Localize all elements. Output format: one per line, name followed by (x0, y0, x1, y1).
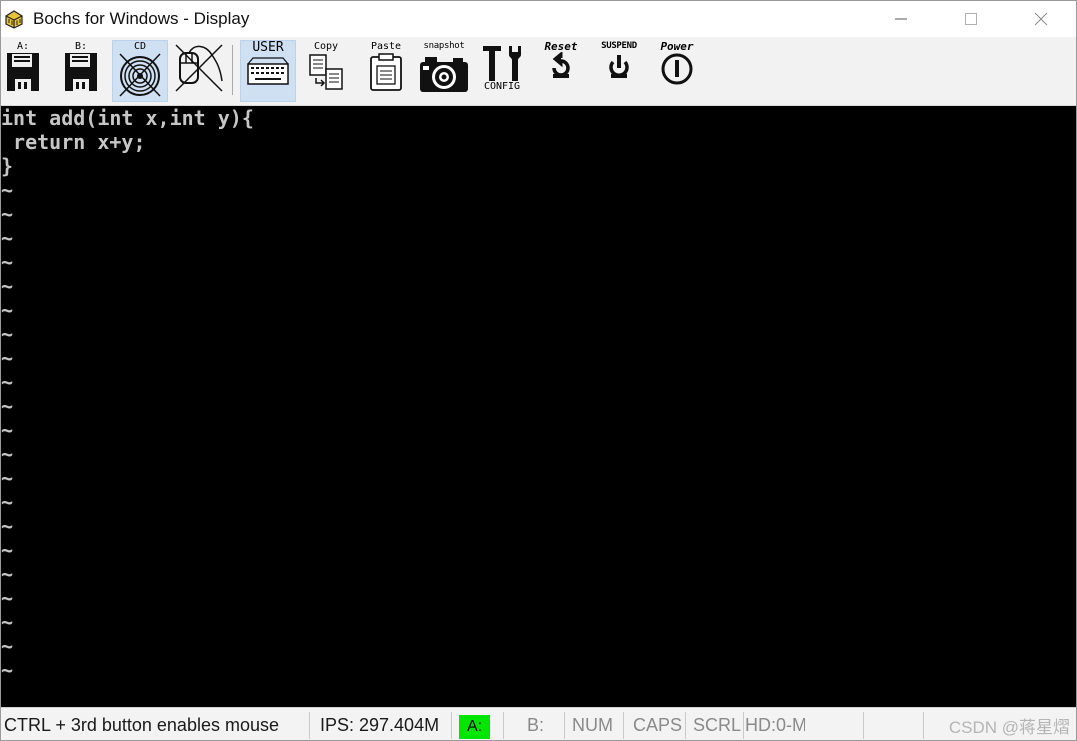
minimize-button[interactable] (866, 1, 936, 37)
status-divider (743, 712, 744, 739)
empty-line-tilde: ~ (1, 562, 14, 586)
empty-line-tilde: ~ (1, 394, 14, 418)
empty-line-tilde: ~ (1, 226, 14, 250)
empty-line-tilde: ~ (1, 250, 14, 274)
paste-label: Paste (370, 41, 402, 52)
code-line: } (1, 154, 14, 178)
cdrom-label: CD (133, 41, 147, 52)
status-divider (623, 712, 624, 739)
close-icon (1034, 12, 1048, 26)
user-keys-button[interactable]: USER (240, 40, 296, 102)
status-divider (451, 712, 452, 739)
power-label: Power (660, 40, 694, 53)
emulator-display[interactable]: int add(int x,int y){ return x+y; } ~ ~ ~ ~… (1, 106, 1076, 707)
empty-line-tilde: ~ (1, 490, 14, 514)
toolbar: A: B: CD USER Copy Paste snapshot CONFIG… (1, 37, 1076, 106)
camera-icon (420, 57, 468, 92)
suspend-button[interactable]: SUSPEND (593, 41, 645, 99)
empty-line-tilde: ~ (1, 298, 14, 322)
empty-line-tilde: ~ (1, 634, 14, 658)
code-line: return x+y; (1, 130, 146, 154)
status-message: CTRL + 3rd button enables mouse (4, 715, 279, 735)
empty-line-tilde: ~ (1, 418, 14, 442)
status-divider (863, 712, 864, 739)
user-label: USER (252, 40, 284, 55)
empty-line-tilde: ~ (1, 178, 14, 202)
empty-line-tilde: ~ (1, 586, 14, 610)
floppy-disk-icon (65, 53, 97, 91)
floppy-a-status: A: (459, 715, 490, 739)
status-divider (564, 712, 565, 739)
empty-line-tilde: ~ (1, 322, 14, 346)
power-icon (661, 53, 693, 85)
copy-button[interactable]: Copy (303, 41, 349, 99)
empty-line-tilde: ~ (1, 466, 14, 490)
scroll-lock-status: SCRL (693, 715, 741, 735)
floppy-b-button[interactable]: B: (61, 41, 101, 99)
bochs-app-icon (5, 10, 23, 29)
floppy-a-button[interactable]: A: (3, 41, 43, 99)
suspend-label: SUSPEND (601, 41, 637, 51)
minimize-icon (895, 18, 907, 20)
floppy-disk-icon (7, 53, 39, 91)
window-controls (866, 1, 1076, 37)
empty-line-tilde: ~ (1, 610, 14, 634)
cdrom-disabled-icon (119, 53, 161, 97)
mouse-disabled-icon (174, 44, 223, 92)
status-divider (309, 712, 310, 739)
config-button[interactable]: CONFIG (477, 41, 527, 99)
empty-line-tilde: ~ (1, 442, 14, 466)
reset-button[interactable]: Reset (535, 41, 587, 99)
window-title: Bochs for Windows - Display (33, 9, 250, 28)
keyboard-icon (247, 57, 289, 85)
num-lock-status: NUM (572, 715, 613, 735)
status-bar: CTRL + 3rd button enables mouse IPS: 297… (1, 707, 1076, 740)
close-button[interactable] (1006, 1, 1076, 37)
floppy-b-status: B: (527, 715, 545, 735)
floppy-a-label: A: (16, 41, 30, 52)
mouse-toggle-button[interactable] (171, 41, 226, 99)
cdrom-button[interactable]: CD (112, 40, 168, 102)
power-button[interactable]: Power (651, 41, 703, 99)
ips-indicator: IPS: 297.404M (320, 715, 440, 735)
empty-line-tilde: ~ (1, 370, 14, 394)
status-divider (923, 712, 924, 739)
status-divider (503, 712, 504, 739)
code-line: int add(int x,int y){ (1, 106, 254, 130)
copy-icon (309, 54, 343, 90)
maximize-icon (965, 13, 977, 25)
config-tools-icon (483, 46, 521, 81)
title-bar: Bochs for Windows - Display (1, 1, 1076, 37)
empty-line-tilde: ~ (1, 658, 14, 682)
paste-button[interactable]: Paste (363, 41, 409, 99)
config-label: CONFIG (483, 81, 521, 92)
empty-line-tilde: ~ (1, 514, 14, 538)
paste-icon (370, 53, 402, 91)
reset-icon (552, 52, 570, 78)
copy-label: Copy (313, 41, 339, 52)
hard-disk-status: HD:0-M (745, 715, 805, 735)
suspend-icon (609, 55, 629, 78)
empty-line-tilde: ~ (1, 274, 14, 298)
status-divider (685, 712, 686, 739)
caps-lock-status: CAPS (633, 715, 683, 735)
snapshot-button[interactable]: snapshot (415, 41, 473, 99)
toolbar-separator (232, 45, 233, 95)
maximize-button[interactable] (936, 1, 1006, 37)
floppy-b-label: B: (74, 41, 88, 52)
empty-line-tilde: ~ (1, 346, 14, 370)
bochs-window: Bochs for Windows - Display A: B: CD USE… (0, 0, 1077, 741)
snapshot-label: snapshot (423, 41, 465, 51)
empty-line-tilde: ~ (1, 538, 14, 562)
empty-line-tilde: ~ (1, 202, 14, 226)
reset-label: Reset (544, 40, 578, 53)
csdn-watermark: CSDN @蒋星熠 (948, 718, 1070, 737)
